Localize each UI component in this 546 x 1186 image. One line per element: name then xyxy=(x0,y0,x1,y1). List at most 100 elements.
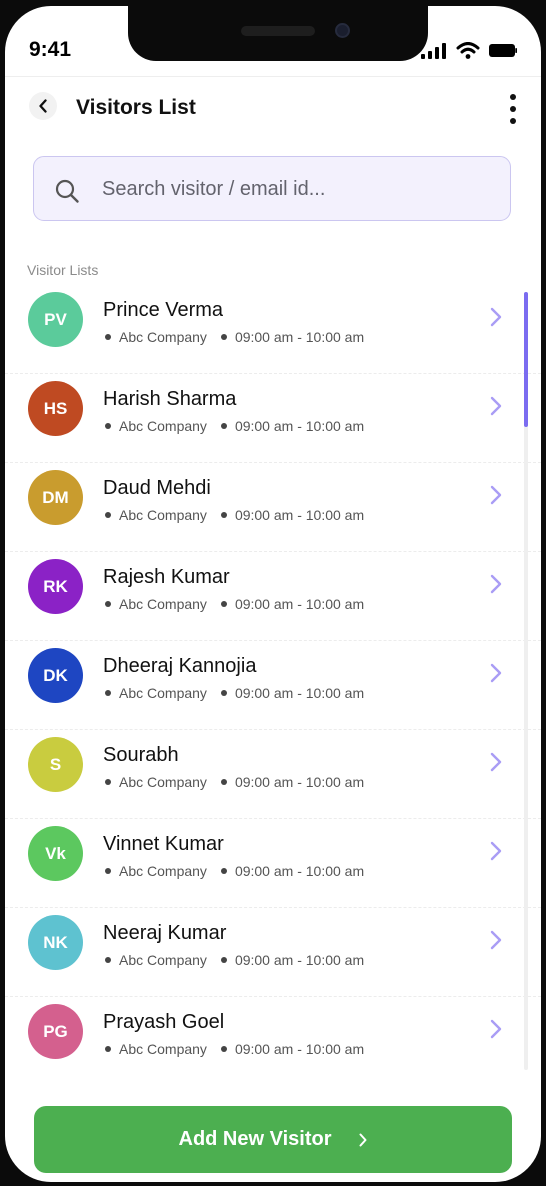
avatar: DM xyxy=(28,470,83,525)
chevron-right-icon[interactable] xyxy=(490,930,502,950)
avatar-initials: S xyxy=(49,754,62,774)
bullet-icon xyxy=(220,423,227,429)
visitor-row[interactable]: S Sourabh Abc Company 09:00 am - 10:00 a… xyxy=(5,730,541,819)
chevron-right-icon[interactable] xyxy=(490,1019,502,1039)
wifi-icon xyxy=(456,42,480,59)
visitor-time: 09:00 am - 10:00 am xyxy=(234,596,365,612)
visitor-row[interactable]: PV Prince Verma Abc Company 09:00 am - 1… xyxy=(5,285,541,374)
section-label: Visitor Lists xyxy=(27,262,99,278)
bullet-icon xyxy=(105,779,111,785)
visitor-time: 09:00 am - 10:00 am xyxy=(234,863,365,879)
bullet-icon xyxy=(220,779,227,785)
visitor-row[interactable]: NK Neeraj Kumar Abc Company 09:00 am - 1… xyxy=(5,908,541,997)
signal-icon xyxy=(421,42,446,59)
search-input[interactable] xyxy=(102,169,492,209)
search-bar xyxy=(33,156,511,221)
chevron-right-icon[interactable] xyxy=(490,574,502,594)
bullet-icon xyxy=(105,957,111,963)
visitor-time: 09:00 am - 10:00 am xyxy=(234,329,365,345)
bullet-icon xyxy=(220,868,227,874)
chevron-right-icon[interactable] xyxy=(490,841,502,861)
status-time: 9:41 xyxy=(29,38,72,61)
avatar-initials: PG xyxy=(43,1021,68,1041)
add-new-visitor-label: Add New Visitor xyxy=(178,1128,332,1150)
avatar-initials: HS xyxy=(43,398,68,418)
visitor-name: Daud Mehdi xyxy=(103,477,211,499)
bullet-icon xyxy=(105,868,111,874)
avatar-initials: DM xyxy=(42,487,69,507)
header-divider xyxy=(5,76,541,77)
page-title: Visitors List xyxy=(76,96,196,119)
avatar-initials: Vk xyxy=(45,843,66,863)
visitor-name: Sourabh xyxy=(103,744,179,766)
avatar-initials: NK xyxy=(43,932,68,952)
scrollbar-track[interactable] xyxy=(524,292,528,1070)
bullet-icon xyxy=(220,957,227,963)
chevron-right-icon xyxy=(359,1133,366,1146)
visitor-row[interactable]: Vk Vinnet Kumar Abc Company 09:00 am - 1… xyxy=(5,819,541,908)
battery-icon xyxy=(489,44,517,57)
visitor-meta: Abc Company 09:00 am - 10:00 am xyxy=(105,774,364,790)
visitor-meta: Abc Company 09:00 am - 10:00 am xyxy=(105,329,364,345)
more-dots-icon xyxy=(510,94,516,100)
add-new-visitor-button[interactable]: Add New Visitor xyxy=(34,1106,512,1173)
visitor-row[interactable]: DM Daud Mehdi Abc Company 09:00 am - 10:… xyxy=(5,463,541,552)
avatar-initials: PV xyxy=(44,309,67,329)
avatar-initials: DK xyxy=(43,665,68,685)
chevron-right-icon[interactable] xyxy=(490,485,502,505)
bullet-icon xyxy=(220,601,227,607)
phone-frame: 9:41 Visitors List Search visitor / emai… xyxy=(0,0,546,1186)
visitor-name: Rajesh Kumar xyxy=(103,566,230,588)
visitor-meta: Abc Company 09:00 am - 10:00 am xyxy=(105,863,364,879)
avatar: DK xyxy=(28,648,83,703)
screen: 9:41 Visitors List Search visitor / emai… xyxy=(5,6,541,1182)
more-dots-icon xyxy=(510,118,516,124)
visitor-name: Neeraj Kumar xyxy=(103,922,227,944)
chevron-left-icon xyxy=(39,99,47,113)
visitor-company: Abc Company xyxy=(119,329,207,345)
chevron-right-icon[interactable] xyxy=(490,752,502,772)
visitor-name: Harish Sharma xyxy=(103,388,237,410)
visitor-company: Abc Company xyxy=(119,596,207,612)
avatar: PV xyxy=(28,292,83,347)
bullet-icon xyxy=(105,334,111,340)
visitor-company: Abc Company xyxy=(119,685,207,701)
header: Visitors List xyxy=(5,90,541,130)
more-options-button[interactable] xyxy=(505,94,521,124)
avatar: S xyxy=(28,737,83,792)
scrollbar-thumb[interactable] xyxy=(524,292,528,427)
visitor-company: Abc Company xyxy=(119,774,207,790)
visitor-row[interactable]: DK Dheeraj Kannojia Abc Company 09:00 am… xyxy=(5,641,541,730)
visitor-time: 09:00 am - 10:00 am xyxy=(234,685,365,701)
visitor-company: Abc Company xyxy=(119,863,207,879)
visitor-row[interactable]: PG Prayash Goel Abc Company 09:00 am - 1… xyxy=(5,997,541,1086)
visitor-name: Dheeraj Kannojia xyxy=(103,655,257,677)
visitor-meta: Abc Company 09:00 am - 10:00 am xyxy=(105,418,364,434)
avatar: Vk xyxy=(28,826,83,881)
chevron-right-icon[interactable] xyxy=(490,307,502,327)
visitor-meta: Abc Company 09:00 am - 10:00 am xyxy=(105,685,364,701)
bullet-icon xyxy=(220,334,227,340)
visitor-name: Prayash Goel xyxy=(103,1011,225,1033)
status-icons xyxy=(421,42,517,59)
visitor-row[interactable]: RK Rajesh Kumar Abc Company 09:00 am - 1… xyxy=(5,552,541,641)
visitor-time: 09:00 am - 10:00 am xyxy=(234,1041,365,1057)
camera xyxy=(335,23,350,38)
visitor-meta: Abc Company 09:00 am - 10:00 am xyxy=(105,596,364,612)
avatar-initials: RK xyxy=(43,576,68,596)
bullet-icon xyxy=(105,512,111,518)
visitor-time: 09:00 am - 10:00 am xyxy=(234,507,365,523)
visitor-name: Vinnet Kumar xyxy=(103,833,224,855)
visitor-time: 09:00 am - 10:00 am xyxy=(234,952,365,968)
bullet-icon xyxy=(105,601,111,607)
visitor-meta: Abc Company 09:00 am - 10:00 am xyxy=(105,952,364,968)
visitor-company: Abc Company xyxy=(119,1041,207,1057)
back-button[interactable] xyxy=(29,92,57,120)
speaker xyxy=(241,26,315,36)
visitor-row[interactable]: HS Harish Sharma Abc Company 09:00 am - … xyxy=(5,374,541,463)
chevron-right-icon[interactable] xyxy=(490,663,502,683)
notch xyxy=(128,6,428,61)
chevron-right-icon[interactable] xyxy=(490,396,502,416)
search-icon xyxy=(55,179,79,203)
visitor-time: 09:00 am - 10:00 am xyxy=(234,418,365,434)
